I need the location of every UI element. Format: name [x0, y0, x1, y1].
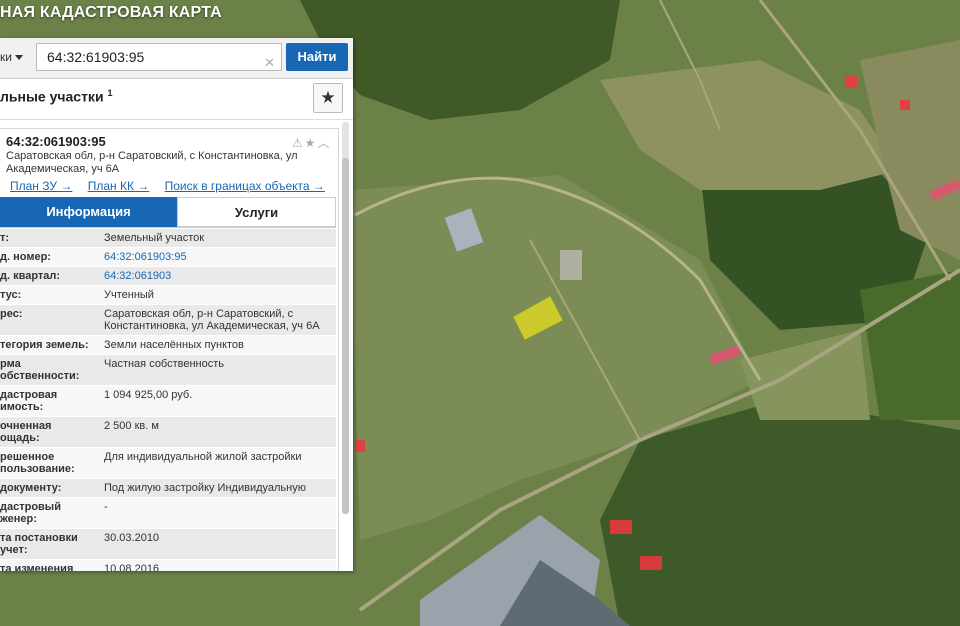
table-row: очненная ощадь: 2 500 кв. м [0, 417, 336, 448]
building [845, 75, 857, 87]
building [355, 440, 365, 452]
search-bar: ки 64:32:61903:95 ✕ Найти [0, 38, 353, 79]
search-panel: ки 64:32:61903:95 ✕ Найти льные участки 1… [0, 38, 353, 571]
table-row: дастровый женер: - [0, 498, 336, 529]
scrollbar-thumb[interactable] [342, 158, 349, 514]
card-links: План ЗУ → План КК → Поиск в границах объ… [10, 179, 337, 193]
parcel-card: 64:32:061903:95 ⚠★︿ Саратовская обл, р-н… [0, 128, 339, 571]
table-row: т: Земельный участок [0, 229, 336, 248]
info-table: т: Земельный участок д. номер: 64:32:06190… [0, 229, 336, 571]
close-icon[interactable]: ✕ [264, 50, 275, 76]
building [640, 556, 662, 570]
search-button[interactable]: Найти [286, 43, 348, 71]
search-input[interactable]: 64:32:61903:95 ✕ [36, 43, 282, 71]
table-row: д. номер: 64:32:061903:95 [0, 248, 336, 267]
table-row: рма обственности: Частная собственность [0, 355, 336, 386]
card-action-icons[interactable]: ⚠★︿ [292, 134, 332, 151]
parcel-address: Саратовская обл, р-н Саратовский, с Конс… [6, 150, 298, 175]
table-row: тус: Учтенный [0, 286, 336, 305]
table-row: та изменения дений в ГКН:10.08.2016 [0, 560, 336, 571]
layer-header: льные участки 1 ★ [0, 79, 353, 120]
table-row: дастровая имость: 1 094 925,00 руб. [0, 386, 336, 417]
table-row: та постановки учет: 30.03.2010 [0, 529, 336, 560]
search-in-bounds-link[interactable]: Поиск в границах объекта → [165, 179, 325, 193]
tab-information[interactable]: Информация [0, 197, 177, 227]
table-row: рес: Саратовская обл, р-н Саратовский, с … [0, 305, 336, 336]
table-row: документу: Под жилую застройку Индивидуал… [0, 479, 336, 498]
card-tabs: Информация Услуги [0, 197, 336, 228]
plan-zu-link[interactable]: План ЗУ → [10, 179, 72, 193]
star-icon: ★ [320, 88, 336, 107]
table-row: решенное пользование: Для индивидуальной … [0, 448, 336, 479]
cadastral-number-title: 64:32:061903:95 [6, 134, 106, 149]
plan-kk-link[interactable]: План КК → [88, 179, 150, 193]
app-title: НАЯ КАДАСТРОВАЯ КАРТА [0, 4, 222, 21]
chevron-down-icon [14, 55, 23, 61]
building [610, 520, 632, 534]
layer-title: льные участки 1 [0, 88, 113, 105]
building [900, 100, 910, 110]
building [560, 250, 582, 280]
tab-services[interactable]: Услуги [177, 197, 336, 227]
search-type-dropdown[interactable]: ки [0, 44, 34, 70]
favorite-button[interactable]: ★ [313, 83, 343, 113]
table-row: тегория земель: Земли населённых пунктов [0, 336, 336, 355]
table-row: д. квартал: 64:32:061903 [0, 267, 336, 286]
